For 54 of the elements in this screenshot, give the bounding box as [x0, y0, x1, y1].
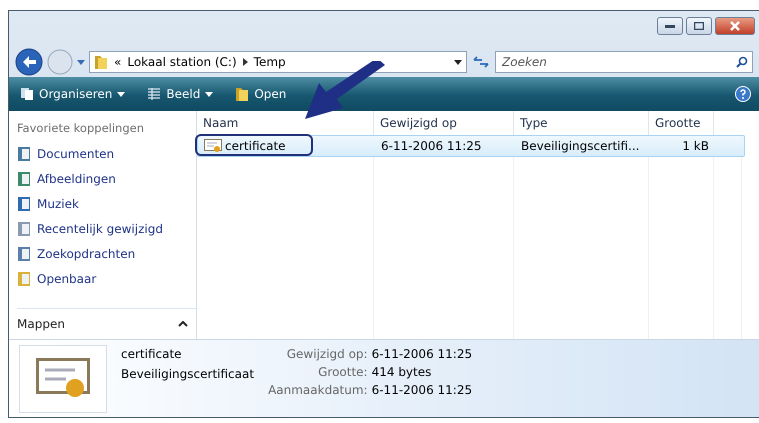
folders-label: Mappen — [17, 317, 65, 331]
certificate-icon — [36, 358, 90, 400]
library-icon — [17, 146, 31, 162]
search-field[interactable]: Zoeken — [495, 51, 753, 73]
sidebar-item[interactable]: Zoekopdrachten — [17, 241, 196, 266]
chevron-up-icon — [178, 321, 188, 327]
sidebar-item[interactable]: Recentelijk gewijzigd — [17, 216, 196, 241]
detail-value: 6-11-2006 11:25 — [372, 346, 472, 363]
library-icon — [17, 170, 31, 186]
breadcrumb-item[interactable]: Temp — [254, 55, 286, 69]
detail-label: Aanmaakdatum: — [268, 382, 368, 399]
detail-label: Gewijzigd op: — [286, 346, 368, 363]
library-icon — [17, 196, 31, 212]
help-icon[interactable] — [735, 86, 751, 102]
sidebar-heading: Favoriete koppelingen — [17, 121, 145, 135]
minimize-icon — [665, 24, 675, 28]
table-cell-text: Beveiligingscertifi... — [520, 139, 640, 153]
library-icon — [17, 220, 31, 236]
detail-value: 6-11-2006 11:25 — [372, 382, 472, 399]
certificate-icon — [204, 139, 222, 153]
file-type: Beveiligingscertificaat — [121, 366, 254, 383]
close-icon — [730, 21, 740, 31]
library-icon — [17, 270, 31, 286]
caret-icon — [454, 60, 462, 64]
toolbar-button[interactable]: Open — [232, 84, 290, 104]
breadcrumb-item[interactable]: Lokaal station (C:) — [127, 55, 237, 69]
minimize-button[interactable] — [657, 17, 683, 35]
table-cell: certificate — [202, 139, 292, 153]
sidebar-item[interactable]: Documenten — [17, 141, 196, 166]
search-icon[interactable] — [736, 56, 748, 68]
sidebar-item[interactable]: Afbeeldingen — [17, 166, 196, 191]
folder-icon — [94, 54, 108, 70]
file-name: certificate — [121, 346, 183, 363]
breadcrumb-prefix: « — [114, 55, 122, 69]
detail-label: Grootte: — [317, 364, 368, 381]
pages-icon — [20, 87, 34, 101]
close-button[interactable] — [715, 17, 755, 35]
library-icon — [17, 246, 31, 262]
address-bar[interactable]: « Lokaal station (C:) Temp — [89, 51, 467, 73]
caret-icon — [77, 60, 85, 64]
sidebar-item[interactable]: Openbaar — [17, 266, 196, 291]
maximize-icon — [694, 22, 704, 30]
detail-value: 414 bytes — [372, 364, 432, 381]
separator-icon — [242, 58, 248, 66]
table-cell-text: 1 kB — [681, 139, 710, 153]
table-cell-text: 6-11-2006 11:25 — [380, 139, 482, 153]
view-icon — [147, 87, 162, 101]
maximize-button[interactable] — [686, 17, 712, 35]
folder-icon — [235, 86, 250, 102]
file-row[interactable]: certificate 6-11-2006 11:25 Beveiligingscertifi... 1 kB — [197, 135, 745, 157]
toolbar-button[interactable]: Organiseren — [17, 85, 128, 103]
sidebar-item[interactable]: Muziek — [17, 191, 196, 216]
back-icon[interactable] — [15, 48, 43, 76]
toolbar-button[interactable]: Beeld — [144, 85, 216, 103]
